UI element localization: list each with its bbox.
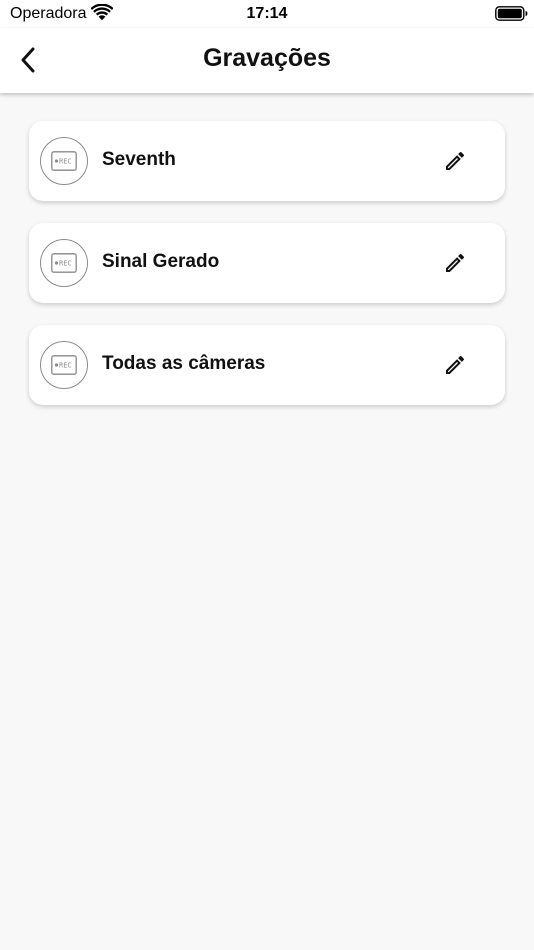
recording-label: Sinal Gerado (102, 251, 220, 272)
battery-icon (495, 6, 528, 21)
status-time: 17:14 (246, 5, 288, 22)
rec-icon-text: REC (59, 362, 72, 370)
rec-icon-text: REC (59, 260, 72, 268)
recording-card-seventh[interactable]: REC Seventh (29, 121, 505, 201)
edit-button[interactable] (437, 143, 473, 179)
edit-button[interactable] (437, 347, 473, 383)
status-bar: Operadora 17:14 (0, 0, 534, 28)
rec-icon-text: REC (59, 158, 72, 166)
rec-icon: REC (40, 239, 88, 287)
recording-label: Seventh (102, 149, 176, 170)
edit-button[interactable] (437, 245, 473, 281)
recording-label: Todas as câmeras (102, 353, 266, 374)
recordings-list: REC Seventh REC Sinal Gerado REC Todas a… (29, 121, 505, 427)
pencil-icon (446, 254, 465, 272)
recording-card-sinal-gerado[interactable]: REC Sinal Gerado (29, 223, 505, 303)
pencil-icon (446, 152, 465, 170)
rec-icon: REC (40, 137, 88, 185)
rec-icon: REC (40, 341, 88, 389)
pencil-icon (446, 356, 465, 374)
navigation-bar: Gravações (0, 28, 534, 93)
recording-card-todas-as-cameras[interactable]: REC Todas as câmeras (29, 325, 505, 405)
page-title: Gravações (203, 44, 331, 72)
